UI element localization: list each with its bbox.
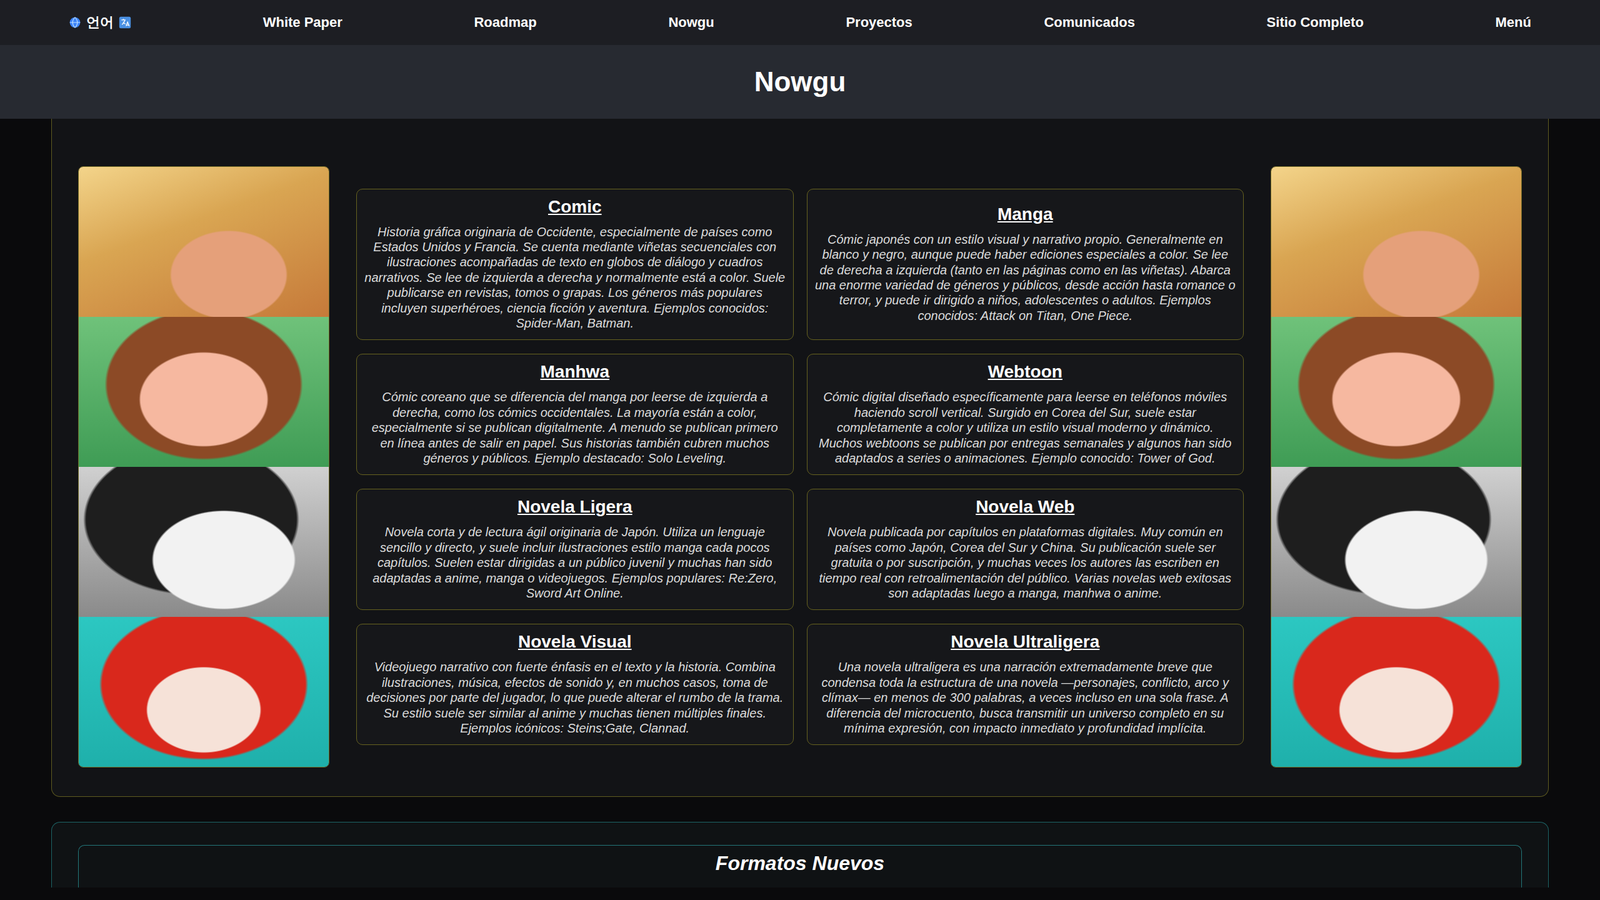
section-title: Formatos Nuevos — [88, 851, 1512, 875]
format-description: Videojuego narrativo con fuerte énfasis … — [363, 659, 787, 736]
format-description: Cómic japonés con un estilo visual y nar… — [813, 231, 1238, 324]
format-card: Novela Ultraligera Una novela ultraligera… — [806, 623, 1245, 745]
format-description: Novela publicada por capítulos en plataf… — [813, 524, 1238, 601]
format-description: Cómic coreano que se diferencia del mang… — [363, 389, 787, 466]
format-card: Novela Web Novela publicada por capítulos… — [806, 488, 1245, 610]
format-title[interactable]: Novela Ligera — [363, 496, 787, 517]
format-card: Manhwa Cómic coreano que se diferencia de… — [356, 353, 794, 475]
globe-icon — [68, 16, 82, 29]
portrait-column — [78, 166, 330, 768]
format-title[interactable]: Manga — [813, 204, 1238, 225]
language-label: 언어 — [86, 13, 114, 32]
portrait-image — [1271, 166, 1522, 317]
nav-link[interactable]: Proyectos — [845, 14, 912, 31]
format-description: Una novela ultraligera es una narración … — [813, 659, 1238, 736]
portrait-image — [1271, 616, 1522, 767]
nav-link[interactable]: Nowgu — [668, 14, 714, 31]
format-title[interactable]: Comic — [363, 196, 787, 217]
formats-panel: Comic Historia gráfica originaria de Occi… — [51, 118, 1549, 797]
portrait-image — [78, 466, 329, 617]
format-title[interactable]: Novela Web — [813, 496, 1238, 517]
nav-link[interactable]: White Paper — [263, 14, 343, 31]
nav-link[interactable]: Comunicados — [1043, 14, 1135, 31]
format-card: Webtoon Cómic digital diseñado específica… — [806, 353, 1245, 475]
new-formats-panel: Formatos Nuevos — [51, 821, 1549, 888]
page: 언어 White Paper Roadmap Nowgu Proyectos Comuni… — [0, 0, 1600, 900]
format-card: Manga Cómic japonés con un estilo visual … — [806, 188, 1245, 341]
nav-link[interactable]: Menú — [1495, 14, 1532, 31]
top-nav: 언어 White Paper Roadmap Nowgu Proyectos Comuni… — [0, 0, 1600, 45]
portrait-image — [78, 316, 329, 467]
format-title[interactable]: Novela Visual — [363, 631, 787, 652]
new-formats-box: Formatos Nuevos — [78, 845, 1522, 888]
page-title: Nowgu — [754, 66, 847, 98]
formats-grid: Comic Historia gráfica originaria de Occi… — [356, 188, 1244, 746]
portrait-column — [1270, 166, 1522, 768]
portrait-image — [1271, 316, 1522, 467]
format-description: Cómic digital diseñado específicamente p… — [813, 389, 1238, 466]
format-card: Comic Historia gráfica originaria de Occi… — [356, 188, 794, 341]
format-card: Novela Ligera Novela corta y de lectura á… — [356, 488, 794, 610]
format-description: Historia gráfica originaria de Occidente… — [363, 224, 787, 332]
nav-link[interactable]: Roadmap — [473, 14, 537, 31]
format-title[interactable]: Webtoon — [813, 361, 1238, 382]
portrait-image — [1271, 466, 1522, 617]
nav-link[interactable]: Sitio Completo — [1266, 14, 1364, 31]
portrait-image — [78, 616, 329, 767]
format-description: Novela corta y de lectura ágil originari… — [363, 524, 787, 601]
format-title[interactable]: Novela Ultraligera — [813, 631, 1238, 652]
portrait-image — [78, 166, 329, 317]
format-title[interactable]: Manhwa — [363, 361, 787, 382]
format-card: Novela Visual Videojuego narrativo con fu… — [356, 623, 794, 745]
translate-icon — [118, 16, 132, 29]
title-band: Nowgu — [0, 45, 1600, 119]
language-button[interactable]: 언어 — [68, 13, 132, 32]
